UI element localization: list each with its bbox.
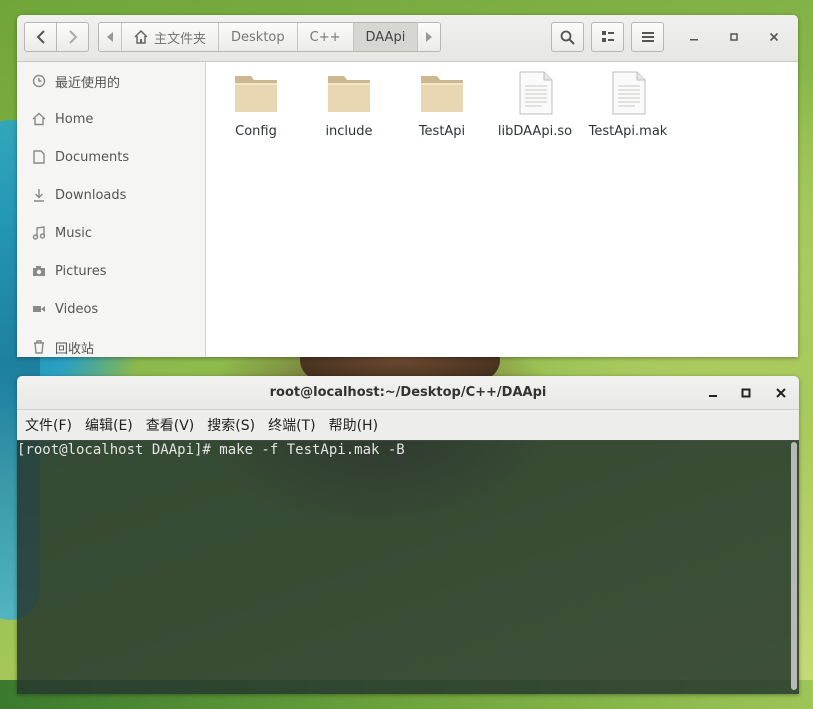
sidebar-item-home[interactable]: Home <box>17 100 205 138</box>
file-manager-window: 主文件夹 Desktop C++ DAApi 最近使用的 Home Docume… <box>17 15 798 357</box>
back-button[interactable] <box>24 22 57 52</box>
sidebar-item-label: Videos <box>55 301 99 317</box>
camera-icon <box>31 263 47 279</box>
maximize-button[interactable] <box>734 376 758 409</box>
minimize-button[interactable] <box>701 376 725 409</box>
terminal-line: [root@localhost DAApi]# make -f TestApi.… <box>17 442 405 458</box>
sidebar-item-label: 最近使用的 <box>55 75 121 91</box>
triangle-right-icon <box>426 32 433 42</box>
path-item-home[interactable]: 主文件夹 <box>122 23 220 51</box>
search-icon <box>560 30 575 45</box>
path-item-cpp[interactable]: C++ <box>297 23 354 51</box>
path-item-label: C++ <box>309 29 341 45</box>
path-item-desktop[interactable]: Desktop <box>219 23 298 51</box>
sidebar-item-label: Documents <box>55 149 130 165</box>
search-button[interactable] <box>551 22 584 52</box>
menu-edit[interactable]: 编辑(E) <box>81 415 137 435</box>
sidebar-item-label: Pictures <box>55 263 107 279</box>
path-item-label: 主文件夹 <box>154 31 207 47</box>
close-icon <box>776 387 786 398</box>
file-name: TestApi <box>418 124 466 139</box>
menu-view[interactable]: 查看(V) <box>142 415 199 435</box>
hamburger-icon <box>641 32 654 42</box>
clock-icon <box>31 73 47 89</box>
terminal-output[interactable]: [root@localhost DAApi]# make -f TestApi.… <box>17 440 799 694</box>
sidebar-item-documents[interactable]: Documents <box>17 138 205 176</box>
menu-terminal[interactable]: 终端(T) <box>264 415 319 435</box>
file-manager-headerbar: 主文件夹 Desktop C++ DAApi <box>17 15 798 62</box>
file-name: libDAApi.so <box>497 124 573 139</box>
file-item-libdaapi[interactable]: libDAApi.so <box>489 70 581 139</box>
file-item-config[interactable]: Config <box>210 70 302 139</box>
sidebar-item-videos[interactable]: Videos <box>17 290 205 328</box>
sidebar-item-pictures[interactable]: Pictures <box>17 252 205 290</box>
close-icon <box>769 32 779 42</box>
sidebar-item-label: 回收站 <box>55 341 95 357</box>
chevron-left-icon <box>36 30 45 44</box>
sidebar-item-music[interactable]: Music <box>17 214 205 252</box>
maximize-button[interactable] <box>720 22 748 52</box>
triangle-left-icon <box>107 32 113 42</box>
path-item-label: Desktop <box>231 29 285 45</box>
file-icon <box>612 71 646 115</box>
terminal-titlebar: root@localhost:~/Desktop/C++/DAApi <box>17 376 799 410</box>
path-scroll-right-button[interactable] <box>418 23 441 51</box>
folder-icon <box>421 76 463 112</box>
music-icon <box>31 225 47 241</box>
terminal-menubar: 文件(F) 编辑(E) 查看(V) 搜索(S) 终端(T) 帮助(H) <box>17 410 799 441</box>
video-icon <box>31 301 47 317</box>
file-item-include[interactable]: include <box>303 70 395 139</box>
view-mode-button[interactable] <box>591 22 624 52</box>
file-icon <box>519 71 553 115</box>
minimize-icon <box>690 39 698 41</box>
minimize-button[interactable] <box>680 22 708 52</box>
terminal-window: root@localhost:~/Desktop/C++/DAApi 文件(F)… <box>17 376 799 694</box>
forward-button[interactable] <box>56 22 89 52</box>
document-icon <box>31 149 47 165</box>
file-name: TestApi.mak <box>588 124 668 139</box>
sidebar-item-label: Music <box>55 225 92 241</box>
folder-icon <box>328 76 370 112</box>
path-bar: 主文件夹 Desktop C++ DAApi <box>98 22 442 52</box>
maximize-icon <box>730 33 738 41</box>
menu-help[interactable]: 帮助(H) <box>325 415 382 435</box>
folder-icon <box>235 76 277 112</box>
places-sidebar: 最近使用的 Home Documents Downloads Music Pic… <box>17 62 206 357</box>
sidebar-item-trash[interactable]: 回收站 <box>17 328 205 357</box>
window-title: root@localhost:~/Desktop/C++/DAApi <box>269 385 547 400</box>
path-item-daapi[interactable]: DAApi <box>353 23 419 51</box>
maximize-icon <box>741 388 751 397</box>
path-scroll-left-button[interactable] <box>99 23 122 51</box>
path-item-label: DAApi <box>365 29 406 45</box>
file-name: include <box>325 124 373 139</box>
list-view-icon <box>601 31 614 42</box>
sidebar-item-downloads[interactable]: Downloads <box>17 176 205 214</box>
menu-file[interactable]: 文件(F) <box>21 415 76 435</box>
close-button[interactable] <box>769 376 793 409</box>
menu-search[interactable]: 搜索(S) <box>203 415 259 435</box>
home-icon <box>134 30 148 44</box>
download-icon <box>31 187 47 203</box>
menu-button[interactable] <box>631 22 664 52</box>
trash-icon <box>31 339 47 355</box>
minimize-icon <box>709 394 717 397</box>
sidebar-item-label: Home <box>55 111 94 127</box>
home-icon <box>31 111 47 127</box>
file-item-testapi-mak[interactable]: TestApi.mak <box>582 70 674 139</box>
file-name: Config <box>235 124 277 139</box>
file-view: Config include TestApi libDAApi.so TestA… <box>206 62 798 357</box>
sidebar-item-recent[interactable]: 最近使用的 <box>17 62 205 100</box>
close-button[interactable] <box>760 22 788 52</box>
sidebar-item-label: Downloads <box>55 187 127 203</box>
chevron-right-icon <box>68 30 77 44</box>
terminal-scrollbar[interactable] <box>791 442 797 690</box>
file-item-testapi[interactable]: TestApi <box>396 70 488 139</box>
